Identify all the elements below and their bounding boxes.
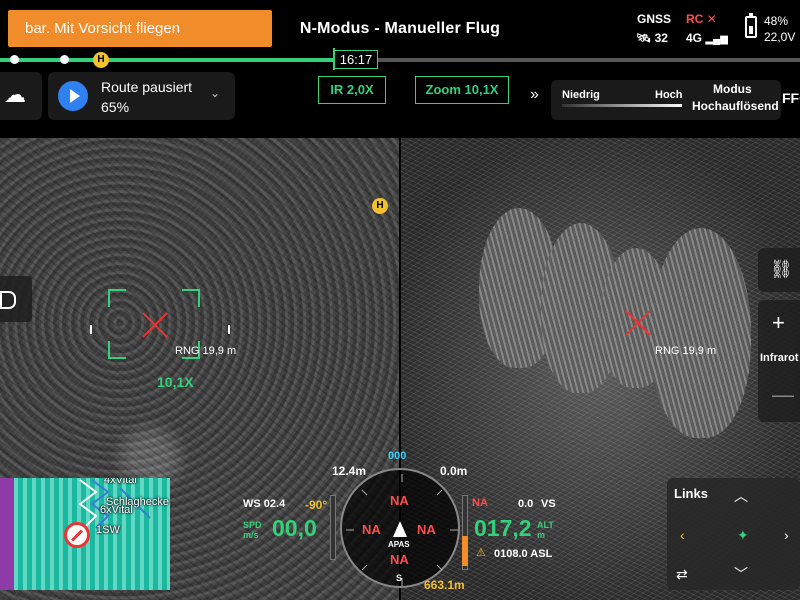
display-mode-panel[interactable]: Niedrig Hoch Modus Hochauflösend [551,80,781,120]
distance-to-home: 663.1m [424,578,465,592]
aircraft-icon [393,521,407,537]
zoom-level-label: 10,1X [157,374,194,390]
home-point-icon: H [93,52,109,68]
flight-time: 16:17 [334,50,378,69]
link-camera-button[interactable]: ⛓ [758,248,800,292]
range-readout: RNG 19,9 m [655,345,717,357]
asl-readout: 0108.0 ASL [494,548,553,560]
home-point-icon: H [372,198,388,214]
animal-4 [651,228,751,438]
altitude-na: NA [472,497,488,509]
altitude-value: 017,2 [474,515,532,541]
play-icon[interactable] [58,81,88,111]
link-icon: ⛓ [770,259,793,279]
altitude-label: ALT m [537,520,554,540]
double-chevron-right-icon[interactable]: » [530,86,539,104]
speed-value: 00,0 [272,515,317,541]
map-label: 1SW [96,524,120,536]
obstacle-rear: NA [390,552,409,567]
gain-high-label: Hoch [655,89,683,101]
heading-readout: 000 [388,450,407,462]
warning-triangle-icon: ⚠ [476,547,486,559]
timeline-progress [0,58,336,62]
wind-speed: WS 02.4 [243,498,286,510]
target-corner [182,289,200,307]
network-status[interactable]: 4G ▂▄▆ [686,31,728,45]
spotlight-icon[interactable] [0,276,32,322]
timeline-waypoint [60,55,69,64]
zoom-out-button[interactable]: — [772,382,794,408]
range-tick [90,325,92,334]
target-corner [108,341,126,359]
vertical-speed-bar [330,495,336,560]
center-dot-icon[interactable]: ✦ [737,527,749,544]
network-label: 4G [686,31,703,45]
chevron-up-icon[interactable]: ︿ [734,486,748,506]
cloud-icon: ☁ [4,82,26,107]
battery-voltage: 22,0V [764,30,796,44]
battery-percent: 48% [764,14,789,28]
satellite-count: 32 [654,31,668,45]
obstacle-right: NA [417,522,436,537]
range-readout: RNG 19,9 m [175,345,237,357]
gain-low-label: Niedrig [562,89,600,101]
timeline-waypoint [10,55,19,64]
zoom-in-button[interactable]: + [772,310,785,336]
route-status-text: Route pausiert [101,79,193,95]
flight-mode-title: N-Modus - Manueller Flug [299,20,501,37]
chevron-down-icon[interactable]: ⌄ [210,86,220,100]
map-label: 6xVital [100,504,133,516]
altitude-bar-fill [462,536,468,566]
gnss-satellites[interactable]: 🛰 32 [636,31,668,45]
gain-slider[interactable] [562,104,682,107]
chevron-right-icon[interactable]: › [784,527,789,543]
signal-bars-icon: ▂▄▆ [705,34,728,45]
mode-value[interactable]: Hochauflösend [692,99,779,113]
obstacle-left: NA [362,522,381,537]
zoom-button[interactable]: Zoom 10,1X [415,76,509,104]
infrared-label: Infrarot [760,352,799,364]
crosshair-icon [625,310,651,336]
obstacle-front: NA [390,493,409,508]
no-fly-zone-icon [64,522,90,548]
range-tick [228,325,230,334]
wind-direction: -90° [305,498,328,512]
control-direction-label: Links [674,486,708,501]
gnss-label: GNSS [637,12,672,26]
route-status-panel[interactable]: Route pausiert 65% ⌄ [48,72,235,120]
vertical-speed-label: VS [541,498,556,510]
chevron-down-icon[interactable]: ﹀ [734,564,748,584]
ffc-button[interactable]: FFC [782,90,800,106]
map-label: 4xVital [104,478,137,486]
mode-label: Modus [713,82,752,96]
target-corner [108,289,126,307]
apas-label: APAS [388,540,410,549]
route-progress: 65% [101,99,130,115]
battery-icon [745,13,757,38]
swap-icon[interactable]: ⇄ [676,566,688,583]
chevron-left-icon[interactable]: ‹ [680,527,685,543]
vertical-speed-value: 0.0 [518,498,534,510]
crosshair-icon [142,312,168,338]
speed-label: SPD m/s [243,520,262,540]
rc-status[interactable]: RC ✕ [686,12,717,26]
weather-button[interactable]: ☁ [0,72,42,120]
ir-zoom-button[interactable]: IR 2,0X [318,76,386,104]
ir-zoom-control[interactable]: + Infrarot — [758,300,800,422]
compass-south: S [396,573,403,583]
satellite-icon: 🛰 [636,31,652,45]
